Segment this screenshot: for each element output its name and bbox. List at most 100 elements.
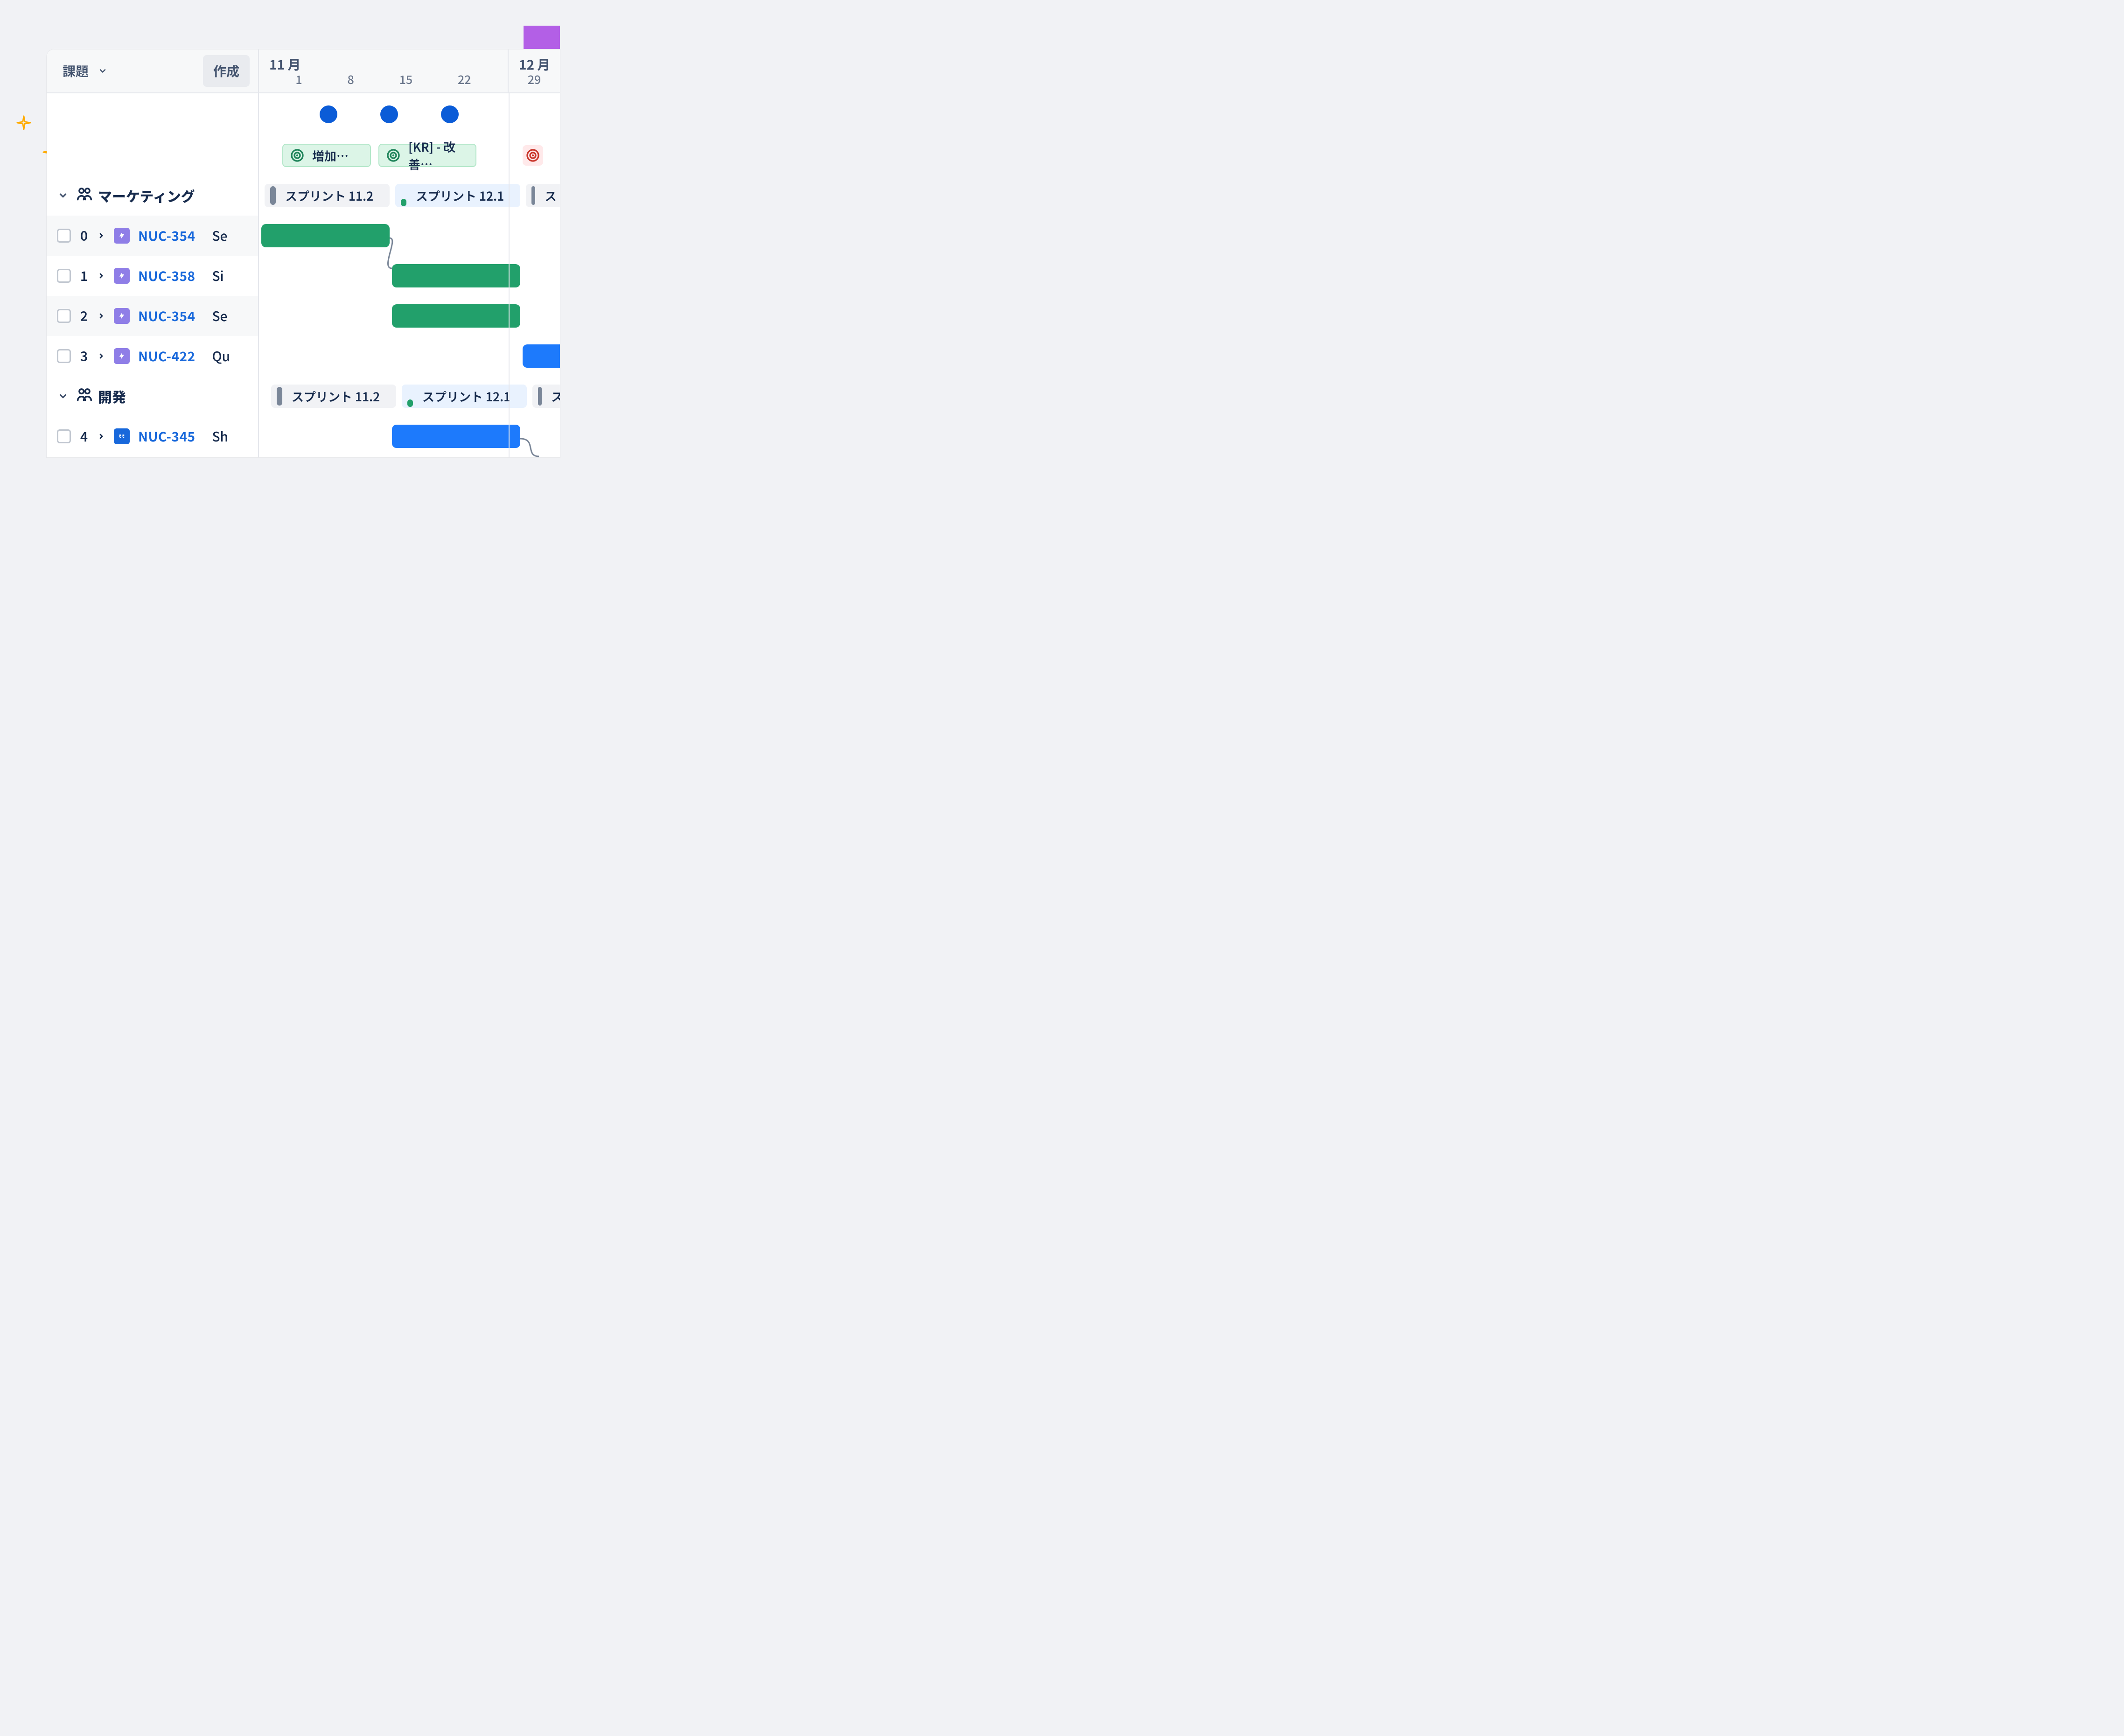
sprint-pill[interactable]: スプリント 11.2 — [265, 184, 390, 207]
timeline-bar[interactable] — [392, 304, 520, 328]
row-index: 1 — [79, 266, 89, 285]
header-timeline: 11 月 1 8 15 22 12 月 29 — [259, 49, 560, 92]
sprint-row: スプリント 11.2 スプリント 12.1 ス — [259, 175, 560, 216]
milestone-dot[interactable] — [320, 105, 337, 123]
day-label: 22 — [458, 71, 471, 88]
timeline-bar[interactable] — [523, 344, 560, 368]
create-button[interactable]: 作成 — [203, 55, 250, 87]
issue-row[interactable]: 4 NUC-345 Sh — [47, 416, 258, 456]
chevron-right-icon[interactable] — [97, 433, 105, 440]
team-icon — [76, 185, 93, 207]
issue-summary: Qu — [212, 347, 230, 365]
day-label: 29 — [528, 71, 541, 88]
sprint-label: スプリント 11.2 — [285, 187, 373, 204]
chevron-down-icon — [55, 391, 71, 401]
issue-summary: Si — [212, 266, 224, 285]
issue-row[interactable]: 0 NUC-354 Se — [47, 216, 258, 256]
target-icon — [383, 145, 404, 166]
sprint-indicator — [538, 387, 542, 406]
sprint-indicator — [401, 185, 406, 206]
timeline-bar[interactable] — [261, 224, 390, 247]
milestone-dot[interactable] — [441, 105, 459, 123]
sprint-label: スプリント 12.1 — [416, 187, 504, 204]
goal-label: 増加… — [312, 147, 349, 164]
sprint-pill[interactable]: スプリント 12.1 — [402, 385, 527, 408]
day-label: 8 — [348, 71, 354, 88]
epic-icon — [114, 348, 130, 364]
checkbox[interactable] — [57, 229, 71, 243]
milestone-dot[interactable] — [380, 105, 398, 123]
checkbox[interactable] — [57, 269, 71, 283]
sprint-pill[interactable]: ス — [532, 385, 560, 408]
sprint-label: スプリント 12.1 — [422, 388, 510, 405]
sprint-label: ス — [545, 187, 557, 204]
epic-icon — [114, 268, 130, 284]
timeline-bar[interactable] — [392, 425, 520, 448]
issue-row[interactable]: 2 NUC-354 Se — [47, 296, 258, 336]
quote-icon — [114, 428, 130, 444]
chevron-right-icon[interactable] — [97, 232, 105, 239]
group-header-marketing[interactable]: マーケティング — [47, 175, 258, 216]
target-icon — [287, 145, 307, 166]
issue-key[interactable]: NUC-422 — [138, 347, 196, 365]
issue-row[interactable]: 3 NUC-422 Qu — [47, 336, 258, 376]
issue-summary: Sh — [212, 427, 228, 446]
sprint-indicator — [277, 387, 282, 406]
milestone-row — [259, 93, 560, 135]
issue-summary: Se — [212, 307, 228, 325]
day-label: 15 — [399, 71, 413, 88]
view-dropdown-label: 課題 — [63, 62, 89, 80]
checkbox[interactable] — [57, 429, 71, 443]
month-block-dec: 12 月 29 — [509, 49, 560, 92]
sprint-label: スプリント 11.2 — [292, 388, 380, 405]
epic-icon — [114, 228, 130, 244]
group-title: 開発 — [98, 386, 126, 406]
issue-row[interactable]: 1 NUC-358 Si — [47, 256, 258, 296]
timeline-panel: 課題 作成 11 月 1 8 15 22 — [47, 49, 560, 457]
row-index: 2 — [79, 307, 89, 325]
banner-accent — [524, 26, 560, 49]
chevron-right-icon[interactable] — [97, 312, 105, 320]
chevron-down-icon — [55, 190, 71, 201]
sprint-pill[interactable]: スプリント 11.2 — [271, 385, 396, 408]
issue-summary: Se — [212, 226, 228, 245]
group-header-dev[interactable]: 開発 — [47, 376, 258, 416]
sprint-pill[interactable]: ス — [526, 184, 560, 207]
checkbox[interactable] — [57, 349, 71, 363]
goals-row: 増加… [KR] - 改善… — [259, 135, 560, 175]
chevron-down-icon — [98, 66, 107, 76]
sprint-row: スプリント 11.2 スプリント 12.1 ス — [259, 376, 560, 416]
row-index: 3 — [79, 347, 89, 365]
day-label: 1 — [295, 71, 302, 88]
row-index: 4 — [79, 427, 89, 446]
goal-pill[interactable]: 増加… — [282, 144, 371, 167]
goal-label: [KR] - 改善… — [408, 138, 469, 173]
team-icon — [76, 385, 93, 407]
create-button-label: 作成 — [213, 62, 239, 80]
goal-pill[interactable] — [523, 144, 551, 167]
timeline-area[interactable]: 増加… [KR] - 改善… — [259, 93, 560, 457]
sprint-indicator — [407, 385, 413, 407]
chevron-right-icon[interactable] — [97, 272, 105, 280]
issue-key[interactable]: NUC-354 — [138, 226, 196, 245]
header-left: 課題 作成 — [47, 49, 259, 92]
issue-key[interactable]: NUC-345 — [138, 427, 196, 446]
sprint-indicator — [531, 186, 535, 205]
timeline-bar[interactable] — [392, 264, 520, 287]
issue-key[interactable]: NUC-358 — [138, 266, 196, 285]
issue-key[interactable]: NUC-354 — [138, 307, 196, 325]
sprint-pill[interactable]: スプリント 12.1 — [395, 184, 520, 207]
view-dropdown[interactable]: 課題 — [55, 56, 115, 86]
month-block-nov: 11 月 1 8 15 22 — [259, 49, 509, 92]
row-index: 0 — [79, 226, 89, 245]
goal-pill[interactable]: [KR] - 改善… — [378, 144, 476, 167]
chevron-right-icon[interactable] — [97, 352, 105, 360]
month-divider — [509, 93, 510, 457]
sprint-indicator — [270, 186, 276, 205]
issue-list: マーケティング 0 NUC-354 Se 1 NUC-358 — [47, 93, 259, 457]
checkbox[interactable] — [57, 309, 71, 323]
sprint-label: ス — [551, 388, 560, 405]
panel-header: 課題 作成 11 月 1 8 15 22 — [47, 49, 560, 93]
group-title: マーケティング — [98, 185, 195, 206]
epic-icon — [114, 308, 130, 324]
